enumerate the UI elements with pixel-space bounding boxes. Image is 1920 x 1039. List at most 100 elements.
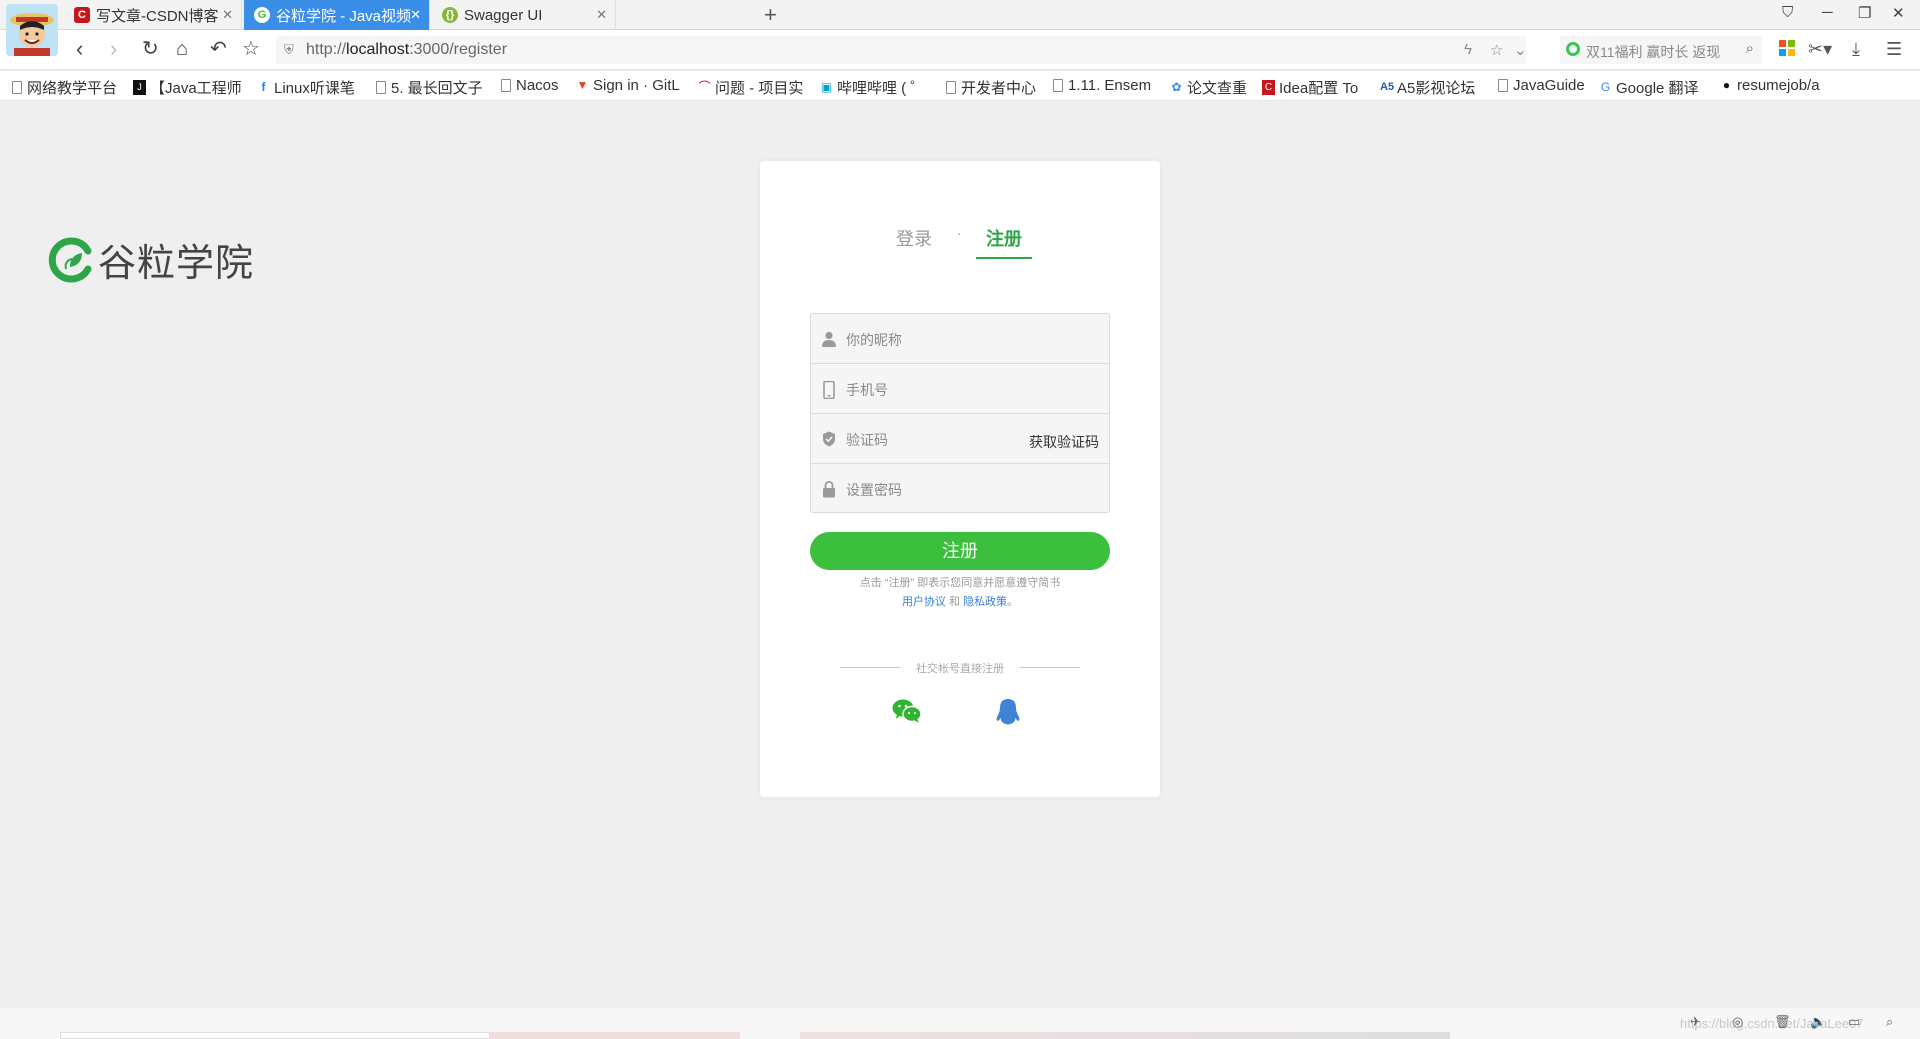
trash-icon[interactable]: 🗑 xyxy=(1774,1014,1791,1030)
bookmark-label: 哔哩哔哩 ( ゜ xyxy=(837,80,926,97)
csdn-icon: C xyxy=(1262,80,1275,95)
register-card: 登录 · 注册 你的昵称 手机号 验证码 获取验证码 设置密码 注册 点击 “注… xyxy=(760,161,1160,797)
logo-text: 谷粒学院 xyxy=(98,241,255,285)
bookmark-star-icon[interactable]: ☆ xyxy=(242,38,260,60)
tab-label: 写文章-CSDN博客 xyxy=(96,7,219,25)
privacy-policy-link[interactable]: 隐私政策 xyxy=(963,596,1007,608)
get-code-button[interactable]: 获取验证码 xyxy=(1029,432,1099,452)
bookmark-item[interactable]: G Google 翻译 xyxy=(1599,77,1699,98)
back-icon[interactable]: ‹ xyxy=(76,38,83,60)
reload-icon[interactable]: ↻ xyxy=(142,38,159,60)
restore-icon[interactable]: ❐ xyxy=(1858,4,1871,22)
bookmark-item[interactable]: f Linux听课笔 xyxy=(257,77,355,98)
logo-mark-icon xyxy=(48,237,94,283)
bookmark-item[interactable]: C Idea配置 To xyxy=(1262,77,1358,98)
zoom-icon[interactable]: ⌕ xyxy=(1886,1014,1893,1030)
close-window-icon[interactable]: ✕ xyxy=(1892,4,1905,22)
scissors-icon[interactable]: ✂▾ xyxy=(1808,39,1832,60)
a5-icon: A5 xyxy=(1380,81,1395,93)
bilibili-icon: ▣ xyxy=(820,80,833,94)
register-button[interactable]: 注册 xyxy=(810,532,1110,570)
search-box[interactable]: 双11福利 赢时长 返现 ⌕ xyxy=(1560,36,1762,64)
bookmark-label: resumejob/a xyxy=(1737,77,1820,94)
tab-swagger[interactable]: {} Swagger UI ✕ xyxy=(432,0,616,30)
bookmark-item[interactable]: ⌒ 问题 - 项目实 xyxy=(698,77,803,98)
bookmark-label: Idea配置 To xyxy=(1279,80,1359,97)
url-host: localhost xyxy=(346,41,410,58)
bookmark-item[interactable]: Nacos xyxy=(501,77,559,94)
tab-login[interactable]: 登录 xyxy=(896,225,932,251)
lightning-icon[interactable]: ϟ xyxy=(1464,41,1472,58)
close-icon[interactable]: ✕ xyxy=(596,7,607,23)
home-icon[interactable]: ⌂ xyxy=(176,38,188,60)
bookmark-item[interactable]: ▼ Sign in · GitL xyxy=(576,77,680,94)
minimize-icon[interactable]: ─ xyxy=(1822,4,1833,21)
bookmark-label: 问题 - 项目实 xyxy=(715,80,804,97)
bookmark-label: 网络教学平台 xyxy=(27,80,118,97)
site-logo[interactable]: 谷粒学院 xyxy=(48,232,254,287)
refresh-icon[interactable]: ◎ xyxy=(1732,1014,1743,1030)
close-icon[interactable]: ✕ xyxy=(222,7,233,23)
forward-icon[interactable]: › xyxy=(110,38,117,60)
wechat-icon[interactable] xyxy=(892,698,922,724)
bookmark-item[interactable]: ✿ 论文查重 xyxy=(1170,77,1247,98)
url-text[interactable]: http://localhost:3000/register xyxy=(306,41,507,59)
register-form: 你的昵称 手机号 验证码 获取验证码 设置密码 xyxy=(810,313,1110,513)
phone-placeholder: 手机号 xyxy=(846,382,888,398)
bookmark-item[interactable]: 开发者中心 xyxy=(946,77,1036,98)
social-login-title: 社交帐号直接注册 xyxy=(916,663,1004,675)
qq-icon[interactable] xyxy=(995,698,1021,726)
shield-icon: ⛨ xyxy=(284,42,294,57)
shirt-icon[interactable]: ⛉ xyxy=(1782,4,1793,21)
github-icon: ● xyxy=(1722,78,1731,92)
agreement-and: 和 xyxy=(949,596,960,608)
rocket-icon[interactable]: ✈ xyxy=(1690,1014,1701,1030)
new-tab-button[interactable]: + xyxy=(764,2,777,28)
nickname-field[interactable]: 你的昵称 xyxy=(811,314,1109,364)
address-bar[interactable]: ⛨ http://localhost:3000/register ϟ ☆ ⌄ xyxy=(276,36,1527,64)
bookmark-label: 5. 最长回文子 xyxy=(391,80,483,97)
user-protocol-link[interactable]: 用户协议 xyxy=(902,596,946,608)
undo-close-icon[interactable]: ↶ xyxy=(210,38,227,60)
close-icon[interactable]: ✕ xyxy=(410,7,421,23)
search-icon[interactable]: ⌕ xyxy=(1746,40,1754,57)
url-scheme: http:// xyxy=(306,41,347,58)
bookmark-item[interactable]: ● resumejob/a xyxy=(1720,77,1820,94)
chevron-down-icon[interactable]: ⌄ xyxy=(1514,41,1527,59)
user-avatar[interactable] xyxy=(6,4,58,56)
shield-check-icon xyxy=(822,431,836,447)
menu-icon[interactable]: ☰ xyxy=(1886,39,1902,60)
phone-icon xyxy=(822,380,836,400)
taskbar-preview xyxy=(60,1032,490,1039)
search-placeholder: 双11福利 赢时长 返现 xyxy=(1586,44,1721,60)
phone-field[interactable]: 手机号 xyxy=(811,364,1109,414)
url-path: :3000/register xyxy=(409,41,508,58)
taskbar-preview xyxy=(490,1032,740,1039)
bookmark-label: Google 翻译 xyxy=(1616,80,1699,97)
tab-guli[interactable]: G 谷粒学院 - Java视频|HTM ✕ xyxy=(244,0,430,30)
window-icon[interactable]: ▭ xyxy=(1848,1014,1860,1030)
bookmark-item[interactable]: 5. 最长回文子 xyxy=(376,77,483,98)
bookmark-item[interactable]: A5 A5影视论坛 xyxy=(1380,77,1475,98)
taskbar-preview xyxy=(800,1032,1450,1039)
tab-register[interactable]: 注册 xyxy=(976,225,1032,259)
user-icon xyxy=(822,331,836,347)
java-icon: J xyxy=(133,80,146,95)
apps-icon[interactable] xyxy=(1778,39,1796,62)
verification-code-field[interactable]: 验证码 获取验证码 xyxy=(811,414,1109,464)
download-icon[interactable]: ⤓ xyxy=(1852,39,1860,60)
bookmark-item[interactable]: ▣ 哔哩哔哩 ( ゜ xyxy=(820,77,926,98)
bookmark-item[interactable]: JavaGuide xyxy=(1498,77,1585,94)
password-field[interactable]: 设置密码 xyxy=(811,464,1109,512)
page-icon xyxy=(376,81,386,94)
gitlab-icon: ▼ xyxy=(576,78,589,92)
volume-icon[interactable]: 🔈 xyxy=(1810,1014,1826,1030)
bookmark-label: 论文查重 xyxy=(1187,80,1248,97)
bookmark-item[interactable]: 网络教学平台 xyxy=(12,77,117,98)
bookmark-label: A5影视论坛 xyxy=(1397,80,1476,97)
tab-csdn[interactable]: C 写文章-CSDN博客 ✕ xyxy=(64,0,242,30)
bookmark-item[interactable]: 1.11. Ensem xyxy=(1053,77,1151,94)
star-icon[interactable]: ☆ xyxy=(1490,41,1503,59)
bottom-status-strip: https://blog.csdn.net/JavaLee07 ✈ ◎ 🗑 🔈 … xyxy=(0,1008,1920,1039)
bookmark-item[interactable]: J 【Java工程师 xyxy=(133,77,242,98)
